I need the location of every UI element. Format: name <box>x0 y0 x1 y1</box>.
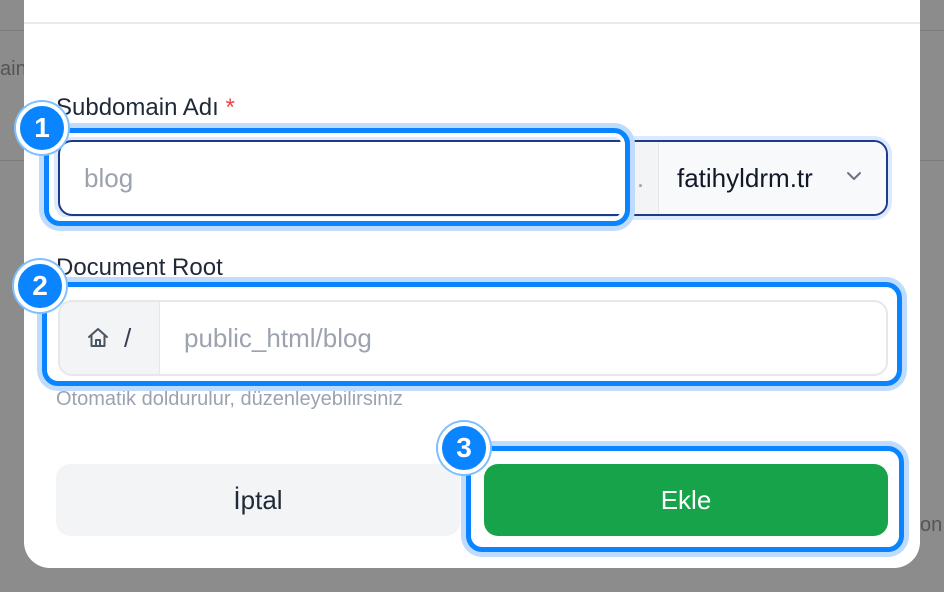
step-badge-3: 3 <box>438 422 490 474</box>
background-right-text: on <box>920 514 943 536</box>
modal-header-divider <box>24 22 920 24</box>
highlight-ring-subdomain <box>44 128 630 226</box>
required-mark: * <box>225 94 235 121</box>
domain-select[interactable]: fatihyldrm.tr <box>658 142 886 214</box>
domain-select-value: fatihyldrm.tr <box>677 162 813 193</box>
background-left-text: ain <box>0 58 24 80</box>
subdomain-label-text: Subdomain Adı <box>56 94 219 121</box>
document-root-hint: Otomatik doldurulur, düzenleyebilirsiniz <box>56 388 403 410</box>
highlight-ring-document-root <box>42 282 902 386</box>
subdomain-label: Subdomain Adı * <box>56 94 235 122</box>
chevron-down-icon <box>847 172 861 180</box>
highlight-ring-add-button <box>466 446 904 552</box>
step-badge-1: 1 <box>16 102 68 154</box>
step-badge-2: 2 <box>14 260 66 312</box>
document-root-label: Document Root <box>56 254 223 281</box>
cancel-button[interactable]: İptal <box>56 464 460 536</box>
